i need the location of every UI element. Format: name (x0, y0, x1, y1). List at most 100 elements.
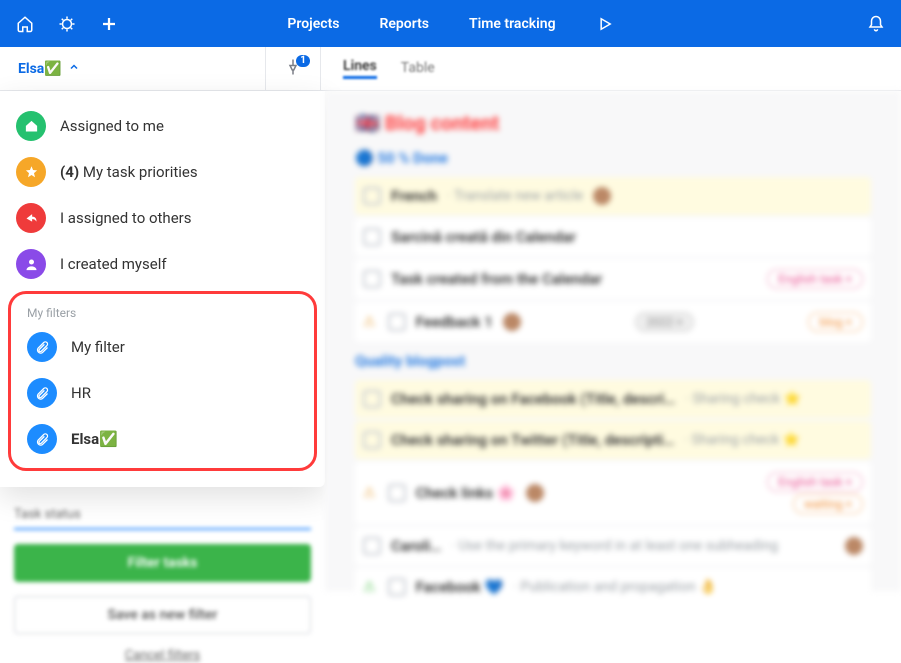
avatar (593, 187, 611, 205)
sidebar-item-label: My filter (71, 338, 125, 356)
sidebar-item-assigned-to-others[interactable]: I assigned to others (0, 195, 325, 241)
sidebar-item-label: I created myself (60, 255, 167, 273)
task-row[interactable]: Check sharing on Facebook (Title, descri… (355, 380, 871, 418)
task-row[interactable]: Sarcină creată din Calendar (355, 218, 871, 256)
subheader: Elsa✅ 1 Lines Table (0, 47, 901, 91)
bell-icon[interactable] (867, 15, 885, 33)
plus-icon[interactable] (100, 15, 118, 33)
section-header: Quality blogpost (355, 352, 871, 370)
task-row[interactable]: French · Translate new article (355, 177, 871, 215)
task-meta: · Use the primary keyword in at least on… (451, 538, 778, 554)
tag[interactable]: waiting × (793, 494, 863, 514)
page-title: 🇬🇧 Blog content (355, 111, 871, 135)
play-icon[interactable] (596, 15, 614, 33)
my-filters-header: My filters (11, 298, 314, 324)
checkbox[interactable] (363, 228, 381, 246)
sidebar-item-assigned-to-me[interactable]: Assigned to me (0, 103, 325, 149)
checkbox[interactable] (363, 270, 381, 288)
sidebar-item-my-filter[interactable]: My filter (11, 324, 314, 370)
warn-icon: ⚠ (363, 485, 376, 501)
checkbox[interactable] (388, 313, 406, 331)
topbar-left (16, 15, 118, 33)
topbar: Projects Reports Time tracking (0, 0, 901, 47)
task-row[interactable]: ⚠ Check links 🌸 English task × waiting × (355, 462, 871, 524)
sidebar-item-label: I assigned to others (60, 209, 191, 227)
warn-icon: ⚠ (363, 579, 376, 595)
view-tabs: Lines Table (321, 58, 435, 79)
tab-table[interactable]: Table (401, 60, 435, 78)
sidebar-item-label: (4) My task priorities (60, 163, 198, 181)
task-row[interactable]: Check sharing on Twitter (Title, descrip… (355, 421, 871, 459)
warn-icon: ⚠ (363, 314, 376, 330)
my-filters-highlight: My filters My filter HR (8, 291, 317, 471)
sidebar-item-priorities[interactable]: (4) My task priorities (0, 149, 325, 195)
gear-wheel-icon[interactable] (58, 15, 76, 33)
filter-dropdown: Assigned to me (4) My task priorities I … (0, 91, 325, 487)
main-content: 🇬🇧 Blog content 🔵 50 % Done French · Tra… (325, 91, 901, 591)
sidebar: Assigned to me (4) My task priorities I … (0, 91, 325, 591)
tag[interactable]: blog × (808, 312, 863, 332)
checkbox[interactable] (363, 537, 381, 555)
task-title: Task created from the Calendar (391, 270, 602, 288)
sidebar-item-label: HR (71, 384, 91, 402)
task-title: Caroli… (391, 537, 441, 555)
person-circle-icon (16, 249, 46, 279)
task-title: French (391, 187, 437, 205)
task-meta: · Sharing check ⭐ (684, 432, 800, 448)
checkbox[interactable] (388, 484, 406, 502)
topbar-nav: Projects Reports Time tracking (287, 15, 613, 33)
tag[interactable]: English task × (767, 269, 863, 289)
task-row[interactable]: ⚠ Feedback 1 2022 × blog × (355, 302, 871, 342)
attachment-circle-icon (27, 332, 57, 362)
sidebar-item-created-myself[interactable]: I created myself (0, 241, 325, 287)
checkbox[interactable] (363, 187, 381, 205)
task-meta: · Publication and propagation 👌 (513, 579, 716, 595)
home-icon[interactable] (16, 15, 34, 33)
divider (14, 528, 311, 530)
cancel-filters-link[interactable]: Cancel filters (14, 648, 311, 663)
task-status-label: Task status (14, 507, 311, 522)
chevron-up-icon (68, 61, 80, 77)
task-title: Check links 🌸 (416, 484, 516, 502)
avatar (845, 537, 863, 555)
filter-picker[interactable]: Elsa✅ (0, 47, 266, 90)
tag[interactable]: English task × (767, 472, 863, 492)
sidebar-item-hr[interactable]: HR (11, 370, 314, 416)
checkbox[interactable] (363, 431, 381, 449)
home-circle-icon (16, 111, 46, 141)
filter-picker-label: Elsa✅ (18, 61, 62, 77)
nav-time-tracking[interactable]: Time tracking (469, 16, 556, 32)
task-meta: · Sharing check ⭐ (685, 391, 801, 407)
avatar (526, 484, 544, 502)
task-title: Sarcină creată din Calendar (391, 228, 576, 246)
sidebar-item-elsa[interactable]: Elsa✅ (11, 416, 314, 462)
attachment-circle-icon (27, 378, 57, 408)
tag[interactable]: 2022 × (635, 312, 693, 332)
nav-reports[interactable]: Reports (379, 16, 429, 32)
task-meta: · Translate new article (447, 188, 583, 204)
tab-lines[interactable]: Lines (343, 58, 377, 79)
main-columns: Assigned to me (4) My task priorities I … (0, 91, 901, 591)
attachment-circle-icon (27, 424, 57, 454)
sidebar-item-label: Assigned to me (60, 117, 164, 135)
share-circle-icon (16, 203, 46, 233)
avatar (503, 313, 521, 331)
checkbox[interactable] (388, 578, 406, 596)
nav-projects[interactable]: Projects (287, 16, 339, 32)
task-title: Facebook 💙 (416, 578, 504, 596)
task-title: Feedback 1 (416, 313, 493, 331)
pin-button[interactable]: 1 (266, 47, 321, 90)
save-filter-button[interactable]: Save as new filter (14, 596, 311, 634)
sidebar-filter-panel: Task status Filter tasks Save as new fil… (0, 487, 325, 663)
section-header: 🔵 50 % Done (355, 149, 871, 167)
star-circle-icon (16, 157, 46, 187)
filter-tasks-button[interactable]: Filter tasks (14, 544, 311, 582)
topbar-right (867, 15, 885, 33)
task-row[interactable]: ⚠ Facebook 💙 · Publication and propagati… (355, 568, 871, 606)
task-title: Check sharing on Twitter (Title, descrip… (391, 431, 674, 449)
pin-badge: 1 (296, 55, 310, 67)
task-row[interactable]: Task created from the Calendar English t… (355, 259, 871, 299)
task-row[interactable]: Caroli… · Use the primary keyword in at … (355, 527, 871, 565)
checkbox[interactable] (363, 390, 381, 408)
task-title: Check sharing on Facebook (Title, descri… (391, 390, 675, 408)
